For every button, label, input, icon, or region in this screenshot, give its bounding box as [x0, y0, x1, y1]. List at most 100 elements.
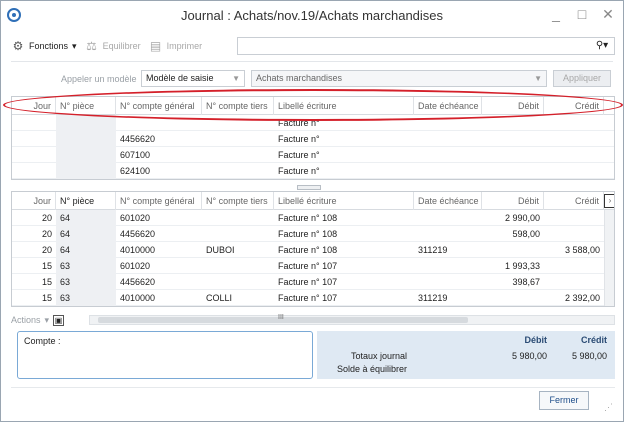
table-cell-libelle[interactable]: Facture n°: [274, 115, 414, 131]
table-cell-echeance[interactable]: [414, 131, 482, 147]
fonctions-menu-button[interactable]: ⚙ Fonctions ▾: [11, 39, 77, 53]
table-cell-echeance[interactable]: [414, 163, 482, 179]
table-cell-debit[interactable]: [482, 131, 544, 147]
column-header-piece[interactable]: N° pièce: [56, 192, 116, 210]
table-cell-libelle[interactable]: Facture n°: [274, 163, 414, 179]
table-cell-credit[interactable]: 2 392,00: [544, 290, 604, 306]
column-header-debit[interactable]: Débit: [482, 97, 544, 115]
table-cell-echeance[interactable]: [414, 274, 482, 290]
table-row[interactable]: 4456620 Facture n°: [12, 131, 614, 147]
table-cell-piece[interactable]: [56, 115, 116, 131]
table-cell-credit[interactable]: [544, 131, 604, 147]
table-cell-tiers[interactable]: COLLI: [202, 290, 274, 306]
table-cell-general[interactable]: 624100: [116, 163, 202, 179]
column-header-echeance[interactable]: Date échéance: [414, 192, 482, 210]
dropdown-arrow-icon[interactable]: ▾: [45, 315, 50, 326]
table-cell-debit[interactable]: 398,67: [482, 274, 544, 290]
table-cell-debit[interactable]: [482, 163, 544, 179]
table-row[interactable]: 15 63 4456620 Facture n° 107 398,67: [12, 274, 614, 290]
grid-splitter-handle[interactable]: [297, 185, 321, 190]
column-header-compte-tiers[interactable]: N° compte tiers: [202, 97, 274, 115]
table-cell-libelle[interactable]: Facture n° 108: [274, 242, 414, 258]
table-cell-credit[interactable]: [544, 163, 604, 179]
table-cell-jour[interactable]: 15: [12, 274, 56, 290]
horizontal-scrollbar[interactable]: III: [89, 314, 615, 325]
table-row[interactable]: 20 64 4010000 DUBOI Facture n° 108 311219 3 58…: [12, 242, 614, 258]
table-cell-piece[interactable]: 64: [56, 226, 116, 242]
table-cell-libelle[interactable]: Facture n° 108: [274, 210, 414, 226]
table-cell-jour[interactable]: [12, 163, 56, 179]
table-cell-jour[interactable]: 20: [12, 226, 56, 242]
table-cell-general[interactable]: 4010000: [116, 242, 202, 258]
column-header-compte-general[interactable]: N° compte général: [116, 97, 202, 115]
table-cell-debit[interactable]: 2 990,00: [482, 210, 544, 226]
table-row[interactable]: 20 64 601020 Facture n° 108 2 990,00: [12, 210, 614, 226]
chevron-right-icon[interactable]: ›: [604, 194, 614, 208]
table-cell-credit[interactable]: 3 588,00: [544, 242, 604, 258]
table-cell-libelle[interactable]: Facture n° 107: [274, 290, 414, 306]
table-cell-tiers[interactable]: [202, 226, 274, 242]
apply-button[interactable]: Appliquer: [553, 70, 611, 87]
table-row[interactable]: 607100 Facture n°: [12, 147, 614, 163]
table-cell-piece[interactable]: 64: [56, 242, 116, 258]
table-cell-echeance[interactable]: 311219: [414, 290, 482, 306]
table-cell-jour[interactable]: [12, 115, 56, 131]
table-cell-tiers[interactable]: [202, 274, 274, 290]
table-cell-credit[interactable]: [544, 226, 604, 242]
table-cell-general[interactable]: 601020: [116, 258, 202, 274]
table-cell-jour[interactable]: [12, 147, 56, 163]
table-cell-general[interactable]: 601020: [116, 210, 202, 226]
table-cell-echeance[interactable]: [414, 210, 482, 226]
search-input[interactable]: [237, 37, 615, 55]
column-header-jour[interactable]: Jour: [12, 97, 56, 115]
table-row[interactable]: 20 64 4456620 Facture n° 108 598,00: [12, 226, 614, 242]
vertical-scrollbar[interactable]: [604, 210, 614, 306]
table-cell-debit[interactable]: [482, 290, 544, 306]
column-header-compte-general[interactable]: N° compte général: [116, 192, 202, 210]
table-cell-tiers[interactable]: [202, 163, 274, 179]
close-button[interactable]: ✕: [601, 6, 615, 23]
compte-field[interactable]: Compte :: [17, 331, 313, 379]
table-cell-piece[interactable]: 63: [56, 274, 116, 290]
table-cell-tiers[interactable]: [202, 131, 274, 147]
table-cell-jour[interactable]: 15: [12, 258, 56, 274]
minimize-button[interactable]: _: [549, 6, 563, 23]
table-cell-tiers[interactable]: [202, 147, 274, 163]
search-icon[interactable]: ⚲▾: [595, 39, 609, 53]
table-cell-libelle[interactable]: Facture n°: [274, 147, 414, 163]
table-cell-echeance[interactable]: [414, 226, 482, 242]
table-cell-credit[interactable]: [544, 115, 604, 131]
column-header-piece[interactable]: N° pièce: [56, 97, 116, 115]
table-cell-tiers[interactable]: DUBOI: [202, 242, 274, 258]
table-cell-libelle[interactable]: Facture n°: [274, 131, 414, 147]
table-cell-debit[interactable]: [482, 115, 544, 131]
resize-grip-icon[interactable]: ⋰: [604, 402, 613, 413]
maximize-button[interactable]: □: [575, 6, 589, 23]
table-cell-debit[interactable]: 598,00: [482, 226, 544, 242]
table-cell-debit[interactable]: 1 993,33: [482, 258, 544, 274]
journal-model-select[interactable]: Achats marchandises ▼: [251, 70, 547, 87]
table-cell-credit[interactable]: [544, 274, 604, 290]
table-cell-piece[interactable]: [56, 163, 116, 179]
table-cell-echeance[interactable]: [414, 258, 482, 274]
table-cell-general[interactable]: [116, 115, 202, 131]
table-cell-echeance[interactable]: [414, 147, 482, 163]
table-cell-piece[interactable]: [56, 131, 116, 147]
table-row[interactable]: 624100 Facture n°: [12, 163, 614, 179]
table-cell-echeance[interactable]: [414, 115, 482, 131]
table-cell-jour[interactable]: [12, 131, 56, 147]
table-cell-general[interactable]: 607100: [116, 147, 202, 163]
table-cell-credit[interactable]: [544, 258, 604, 274]
table-cell-echeance[interactable]: 311219: [414, 242, 482, 258]
column-header-jour[interactable]: Jour: [12, 192, 56, 210]
column-header-compte-tiers[interactable]: N° compte tiers: [202, 192, 274, 210]
column-header-debit[interactable]: Débit: [482, 192, 544, 210]
table-row[interactable]: 15 63 601020 Facture n° 107 1 993,33: [12, 258, 614, 274]
table-cell-tiers[interactable]: [202, 258, 274, 274]
table-row[interactable]: Facture n°: [12, 115, 614, 131]
table-cell-jour[interactable]: 15: [12, 290, 56, 306]
equilibrer-button[interactable]: ⚖ Equilibrer: [85, 39, 140, 53]
table-cell-general[interactable]: 4010000: [116, 290, 202, 306]
table-cell-general[interactable]: 4456620: [116, 131, 202, 147]
column-header-credit[interactable]: Crédit: [544, 97, 604, 115]
